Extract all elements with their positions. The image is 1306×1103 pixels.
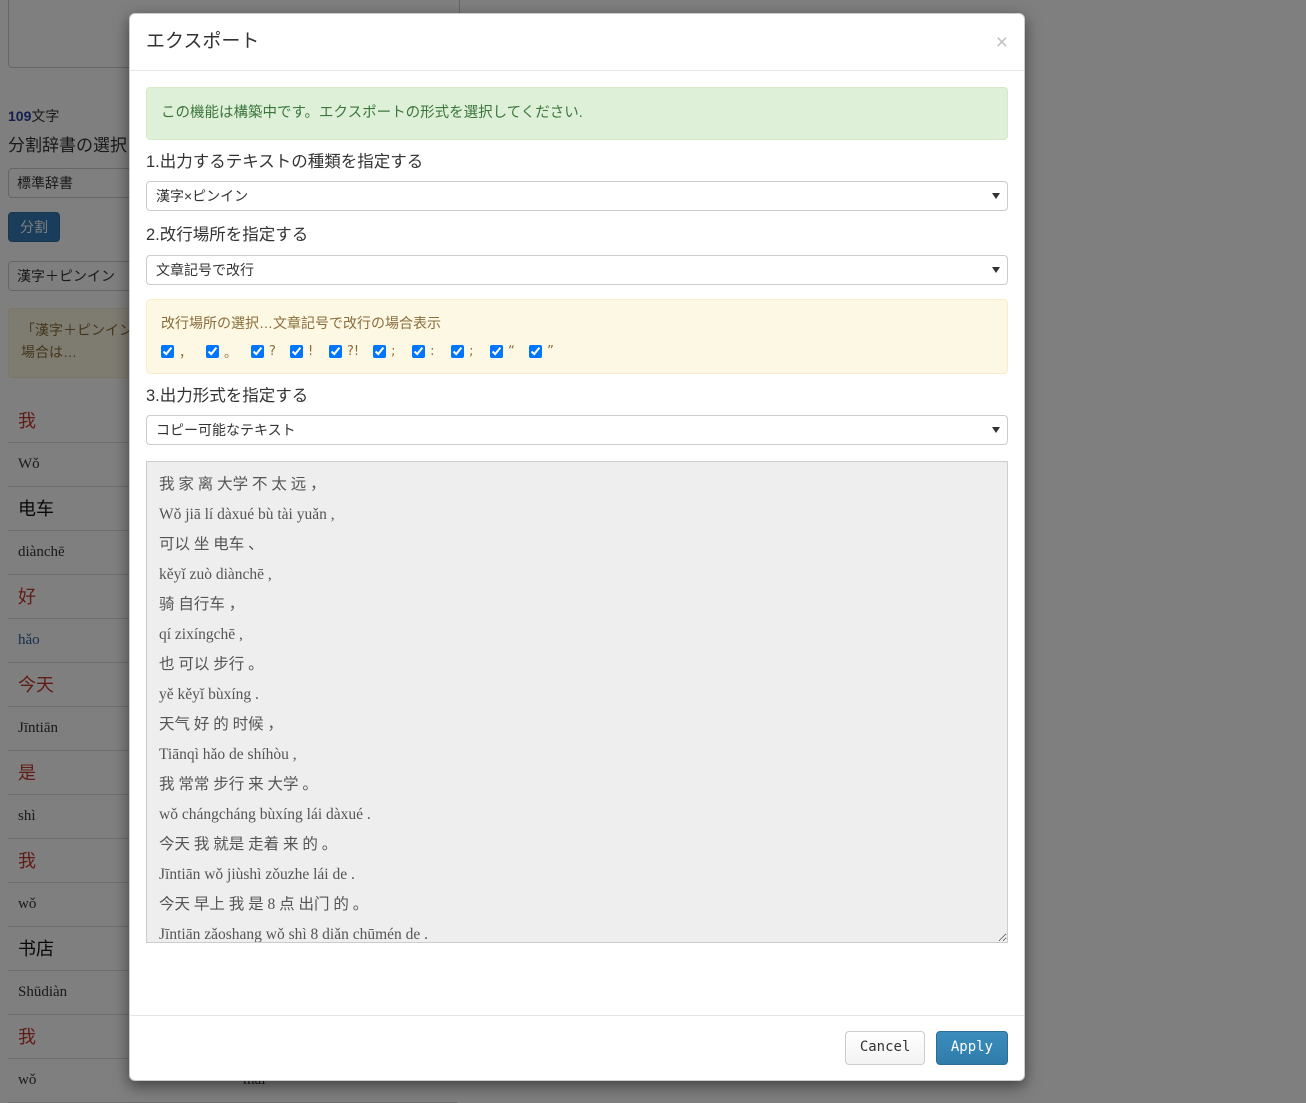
punctuation-checkbox[interactable] — [290, 345, 304, 359]
export-modal: エクスポート × この機能は構築中です。エクスポートの形式を選択してください. … — [129, 13, 1025, 1081]
punctuation-checkbox-item[interactable]: ， — [161, 342, 192, 361]
punctuation-checkbox-item[interactable]: 。 — [206, 342, 237, 361]
punctuation-checkbox-item[interactable]: : — [412, 344, 437, 359]
punctuation-checkbox[interactable] — [412, 345, 426, 359]
apply-button[interactable]: Apply — [935, 1031, 1008, 1065]
punctuation-checkbox[interactable] — [490, 345, 504, 359]
punctuation-checkbox[interactable] — [373, 345, 387, 359]
punctuation-symbol-label: : — [430, 344, 435, 360]
punctuation-symbol-label: ; — [469, 344, 474, 360]
text-type-select[interactable]: 漢字×ピンイン — [146, 181, 1008, 212]
punctuation-symbol-label: ， — [179, 346, 193, 362]
punctuation-checkbox[interactable] — [329, 345, 343, 359]
cancel-button[interactable]: Cancel — [844, 1031, 926, 1065]
punctuation-checkbox-item[interactable]: “ — [490, 344, 515, 359]
section2-label: 2.改行場所を指定する — [146, 226, 309, 245]
punctuation-checkbox-item[interactable]: ! — [290, 344, 315, 359]
modal-footer: Cancel Apply — [130, 1015, 1024, 1080]
punctuation-checkbox-item[interactable]: ? — [251, 344, 276, 359]
punctuation-checkbox[interactable] — [161, 345, 174, 359]
close-icon[interactable]: × — [996, 32, 1008, 53]
chevron-down-icon — [992, 193, 1000, 200]
output-format-select[interactable]: コピー可能なテキスト — [146, 415, 1008, 446]
modal-header: エクスポート × — [130, 14, 1024, 71]
punctuation-symbol-label: ?! — [347, 344, 360, 360]
punctuation-checkbox[interactable] — [451, 345, 465, 359]
text-type-select-value: 漢字×ピンイン — [156, 188, 249, 205]
output-format-select-value: コピー可能なテキスト — [156, 422, 296, 439]
output-textarea[interactable] — [146, 461, 1008, 944]
modal-body: この機能は構築中です。エクスポートの形式を選択してください. 1.出力するテキス… — [130, 71, 1024, 1015]
punctuation-checkbox[interactable] — [251, 345, 265, 359]
linebreak-hint: 改行場所の選択…文章記号で改行の場合表示 — [161, 314, 441, 331]
punctuation-symbol-label: ? — [269, 344, 276, 360]
linebreak-select[interactable]: 文章記号で改行 — [146, 254, 1008, 285]
punctuation-symbol-label: “ — [508, 344, 515, 360]
punctuation-symbol-label: 。 — [224, 346, 238, 362]
output-textarea-wrapper — [146, 461, 1008, 944]
punctuation-checkbox[interactable] — [206, 345, 220, 359]
punctuation-checkbox-item[interactable]: ; — [451, 344, 476, 359]
info-alert: この機能は構築中です。エクスポートの形式を選択してください. — [146, 86, 1008, 140]
punctuation-symbol-label: ! — [308, 344, 314, 360]
page-root: 109文字 分割辞書の選択 標準辞書 分割 漢字＋ピンイン 「漢字＋ピンイン」を… — [0, 0, 1306, 1103]
chevron-down-icon — [992, 266, 1000, 273]
punctuation-checkbox-item[interactable]: ” — [529, 344, 554, 359]
punctuation-checkbox[interactable] — [529, 345, 543, 359]
punctuation-checkbox-row: ， 。?!?!;:; “ ” — [161, 342, 993, 361]
modal-title: エクスポート — [146, 31, 260, 52]
section1-label: 1.出力するテキストの種類を指定する — [146, 152, 424, 171]
linebreak-options-panel: 改行場所の選択…文章記号で改行の場合表示 ， 。?!?!;:; “ ” — [146, 298, 1008, 375]
chevron-down-icon — [992, 427, 1000, 434]
punctuation-checkbox-item[interactable]: ; — [373, 344, 398, 359]
punctuation-symbol-label: ; — [391, 344, 396, 360]
linebreak-select-value: 文章記号で改行 — [156, 261, 254, 278]
section3-label: 3.出力形式を指定する — [146, 387, 309, 406]
punctuation-checkbox-item[interactable]: ?! — [329, 344, 359, 359]
punctuation-symbol-label: ” — [547, 344, 554, 360]
